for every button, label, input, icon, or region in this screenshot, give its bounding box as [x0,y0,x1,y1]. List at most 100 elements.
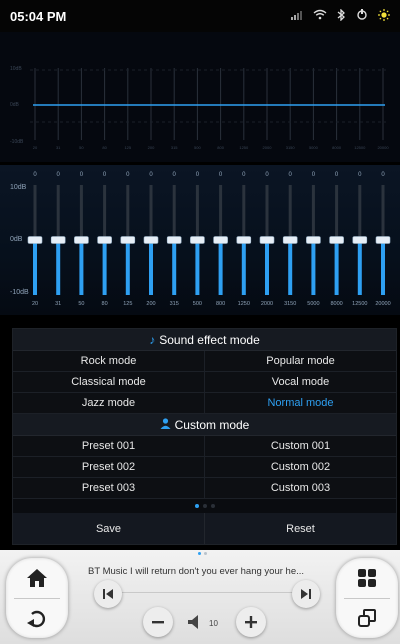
graph-freq-label: 800 [217,145,224,150]
save-button[interactable]: Save [13,513,205,544]
eq-slider-fill [334,240,339,295]
graph-freq-label: 200 [147,145,155,150]
page-indicator [13,499,396,513]
eq-band-freq-label: 125 [123,301,133,307]
track-progress-line [122,592,300,593]
graph-freq-label: 20000 [377,145,389,150]
graph-freq-label: 31 [55,145,61,150]
eq-band-value: 0 [102,172,107,178]
back-button[interactable] [6,598,68,638]
eq-slider-fill [195,240,200,295]
eq-slider-knob[interactable] [120,236,136,244]
dock-page-indicator [198,552,207,555]
eq-slider-knob[interactable] [236,236,252,244]
preset-row: Preset 002 Custom 002 [13,457,396,478]
signal-icon [291,9,303,23]
reset-button[interactable]: Reset [205,513,396,544]
graph-freq-label: 315 [170,145,178,150]
eq-slider-knob[interactable] [190,236,205,244]
eq-band-freq-label: 200 [146,301,156,307]
eq-sliders-canvas [27,185,391,295]
eq-slider-knob[interactable] [97,236,112,244]
eq-band-freq-label: 20 [31,301,39,307]
eq-slider-knob[interactable] [27,236,43,244]
brightness-icon [378,8,390,24]
eq-slider-fill [288,240,293,295]
eq-db-mid-label: 0dB [10,236,23,243]
home-icon [27,569,47,587]
eq-band-value: 0 [242,172,246,178]
plus-icon [245,616,257,628]
eq-slider-fill [79,240,84,295]
eq-slider-knob[interactable] [352,236,368,244]
graph-freq-label: 12500 [354,145,366,150]
eq-slider-knob[interactable] [329,236,344,244]
eq-band-value: 0 [381,172,385,178]
graph-freq-label: 5000 [308,145,318,150]
eq-sliders-panel: 10dB 0dB -10dB 0 20 0 31 0 50 0 80 0 125 0 200 0 315 0… [0,165,400,315]
eq-band-freq-label: 8000 [330,301,343,307]
preset-001-button[interactable]: Preset 001 [13,436,205,456]
graph-freq-label: 125 [124,145,132,150]
graph-db-mid-label: 0dB [10,102,19,108]
custom-mode-title: Custom mode [174,417,250,432]
eq-band-freq-label: 31 [55,301,62,307]
eq-slider-knob[interactable] [166,236,182,244]
usb-icon [356,8,368,24]
custom-003-button[interactable]: Custom 003 [205,478,396,498]
eq-band-freq-label: 3150 [284,301,297,307]
eq-slider-knob[interactable] [50,236,66,244]
eq-band-value: 0 [56,172,60,178]
eq-band-value: 0 [265,172,269,178]
eq-slider-fill [357,240,362,295]
eq-slider-knob[interactable] [259,236,275,244]
eq-band-freq-label: 315 [169,301,179,307]
mode-row: Classical mode Vocal mode [13,372,396,393]
left-nav-buttons [6,558,68,638]
page-dot [194,504,199,508]
eq-slider-knob[interactable] [375,236,391,244]
graph-freq-label: 50 [79,145,84,150]
clock: 05:04 PM [10,8,67,24]
recent-apps-button[interactable] [336,598,398,638]
eq-slider-knob[interactable] [213,236,228,244]
custom-001-button[interactable]: Custom 001 [205,436,396,456]
vocal-mode-button[interactable]: Vocal mode [205,372,396,392]
custom-002-button[interactable]: Custom 002 [205,457,396,477]
eq-db-bottom-label: -10dB [10,289,29,296]
eq-slider-knob[interactable] [143,236,159,244]
eq-band-value: 0 [195,172,200,178]
previous-track-button[interactable] [94,580,122,608]
eq-band-freq-label: 20000 [375,301,391,307]
preset-row: Preset 001 Custom 001 [13,436,396,457]
eq-slider-fill [311,240,316,295]
eq-slider-knob[interactable] [306,236,321,244]
graph-db-bottom-label: -10dB [10,139,24,145]
wifi-icon [313,9,327,23]
preset-002-button[interactable]: Preset 002 [13,457,205,477]
home-button[interactable] [6,558,68,598]
eq-graph-canvas [30,68,386,140]
graph-freq-label: 80 [102,145,107,150]
volume-level: 10 [209,619,218,628]
apps-grid-icon [358,569,376,587]
eq-band-value: 0 [172,172,176,178]
bluetooth-icon [337,7,346,24]
preset-row: Preset 003 Custom 003 [13,478,396,499]
eq-slider-knob[interactable] [282,236,298,244]
popular-mode-button[interactable]: Popular mode [205,351,396,371]
graph-db-top-label: 10dB [10,66,22,72]
graph-freq-label: 20 [32,145,38,150]
person-icon [160,417,171,432]
normal-mode-button[interactable]: Normal mode [205,393,396,413]
rock-mode-button[interactable]: Rock mode [13,351,205,371]
jazz-mode-button[interactable]: Jazz mode [13,393,205,413]
preset-003-button[interactable]: Preset 003 [13,478,205,498]
classical-mode-button[interactable]: Classical mode [13,372,205,392]
next-track-button[interactable] [292,580,320,608]
apps-button[interactable] [336,558,398,598]
volume-down-button[interactable] [143,607,173,637]
volume-up-button[interactable] [236,607,266,637]
eq-slider-knob[interactable] [74,236,89,244]
eq-db-top-label: 10dB [10,184,27,191]
